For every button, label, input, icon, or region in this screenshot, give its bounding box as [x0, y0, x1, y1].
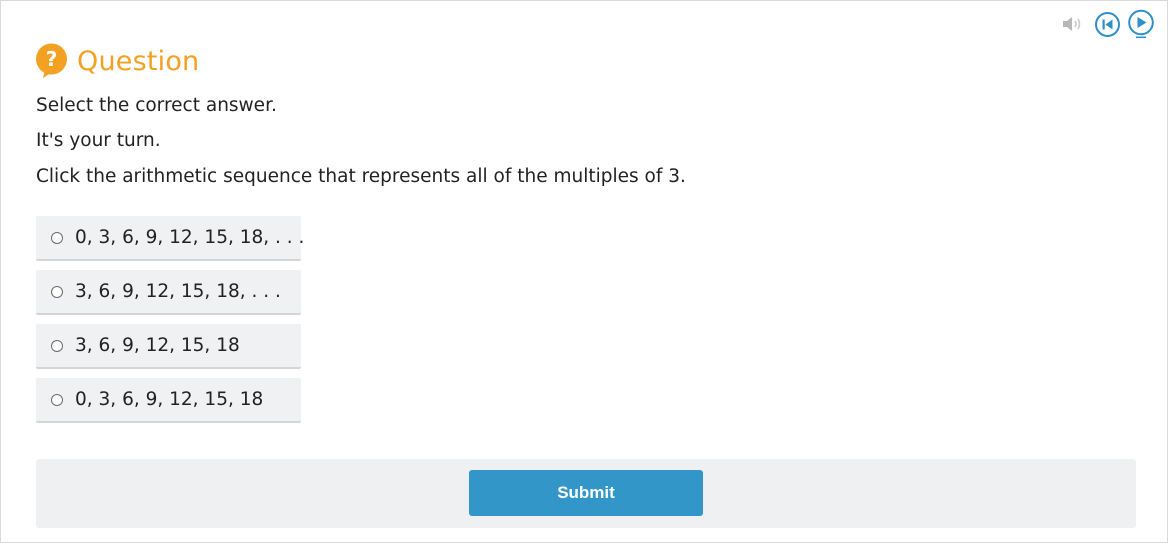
- question-header: ? Question: [35, 43, 199, 79]
- radio-button[interactable]: [51, 393, 63, 406]
- answer-options: 0, 3, 6, 9, 12, 15, 18, . . . 3, 6, 9, 1…: [36, 216, 305, 432]
- answer-option-3[interactable]: 3, 6, 9, 12, 15, 18: [36, 324, 301, 369]
- radio-button[interactable]: [51, 339, 63, 352]
- rewind-icon[interactable]: [1093, 10, 1121, 38]
- option-label: 3, 6, 9, 12, 15, 18: [75, 335, 240, 356]
- question-badge-icon: ?: [36, 43, 67, 78]
- question-text: Click the arithmetic sequence that repre…: [36, 166, 686, 187]
- submit-bar: Submit: [36, 459, 1136, 528]
- answer-option-4[interactable]: 0, 3, 6, 9, 12, 15, 18: [36, 378, 301, 423]
- page-title: Question: [77, 45, 200, 77]
- answer-option-1[interactable]: 0, 3, 6, 9, 12, 15, 18, . . .: [36, 216, 305, 261]
- radio-button[interactable]: [51, 285, 63, 298]
- option-label: 0, 3, 6, 9, 12, 15, 18, . . .: [75, 227, 305, 248]
- question-panel: ? Question Select the correct answer. It…: [0, 0, 1168, 543]
- play-icon[interactable]: [1127, 9, 1155, 39]
- answer-option-2[interactable]: 3, 6, 9, 12, 15, 18, . . .: [36, 270, 301, 315]
- speaker-icon[interactable]: [1059, 10, 1087, 38]
- turn-text: It's your turn.: [36, 130, 161, 151]
- option-label: 0, 3, 6, 9, 12, 15, 18: [75, 389, 264, 410]
- badge-symbol: ?: [46, 47, 58, 71]
- submit-button[interactable]: Submit: [469, 470, 703, 516]
- radio-button[interactable]: [51, 231, 63, 244]
- option-label: 3, 6, 9, 12, 15, 18, . . .: [75, 281, 281, 302]
- instruction-text: Select the correct answer.: [36, 95, 277, 116]
- media-controls: [1059, 9, 1155, 39]
